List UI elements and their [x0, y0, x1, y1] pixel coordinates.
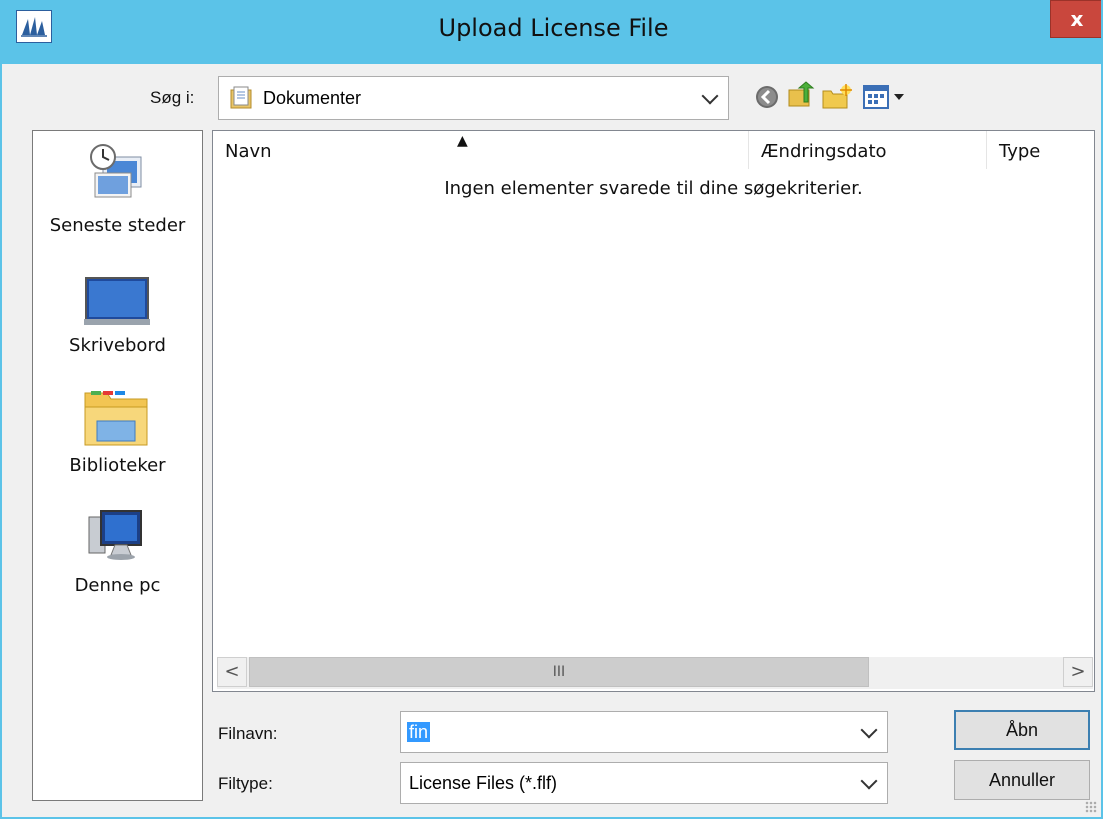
filename-input[interactable]: fin [400, 711, 888, 753]
up-folder-icon[interactable] [786, 80, 816, 110]
new-folder-icon[interactable] [820, 82, 854, 112]
filetype-value: License Files (*.flf) [409, 773, 558, 793]
sort-ascending-icon: ▲ [457, 133, 468, 149]
lookin-value: Dokumenter [263, 88, 362, 108]
column-header-type[interactable]: Type [987, 131, 1094, 169]
column-header-name[interactable]: Navn ▲ [213, 131, 749, 169]
dialog-title: Upload License File [438, 14, 669, 42]
this-pc-icon [85, 507, 147, 571]
place-recent[interactable]: Seneste steder [33, 143, 202, 243]
place-desktop[interactable]: Skrivebord [33, 263, 202, 363]
view-menu-icon[interactable] [862, 84, 908, 110]
horizontal-scrollbar[interactable]: < III > [217, 657, 1093, 689]
chevron-down-icon [701, 87, 719, 105]
close-button[interactable]: x [1050, 0, 1101, 38]
scroll-left-button[interactable]: < [217, 657, 247, 687]
empty-message: Ingen elementer svarede til dine søgekri… [444, 178, 863, 199]
title-bar[interactable]: Upload License File x [2, 0, 1101, 64]
place-label: Skrivebord [69, 335, 166, 356]
open-button[interactable]: Åbn [954, 710, 1090, 750]
place-libraries[interactable]: Biblioteker [33, 383, 202, 483]
places-bar: Seneste steder Skrivebord Biblioteker De… [32, 130, 203, 801]
column-header-date[interactable]: Ændringsdato [749, 131, 987, 169]
documents-folder-icon [229, 85, 255, 115]
chevron-down-icon [860, 772, 878, 790]
filename-label: Filnavn: [218, 724, 278, 743]
scrollbar-thumb[interactable]: III [249, 657, 869, 687]
desktop-icon [83, 275, 151, 331]
scroll-right-button[interactable]: > [1063, 657, 1093, 687]
upload-license-dialog: Upload License File x Søg i: Dokumenter [0, 0, 1103, 819]
filetype-select[interactable]: License Files (*.flf) [400, 762, 888, 804]
place-label: Denne pc [74, 575, 161, 596]
place-this-pc[interactable]: Denne pc [33, 503, 202, 603]
lookin-label: Søg i: [150, 88, 195, 107]
place-label: Biblioteker [69, 455, 166, 476]
recent-places-icon [87, 143, 147, 209]
file-list[interactable]: Navn ▲ Ændringsdato Type Ingen elementer… [212, 130, 1095, 692]
cancel-button[interactable]: Annuller [954, 760, 1090, 800]
libraries-icon [81, 385, 151, 453]
filetype-label: Filtype: [218, 774, 273, 793]
resize-grip[interactable] [1085, 801, 1097, 813]
chevron-down-icon[interactable] [860, 721, 878, 739]
back-icon[interactable] [754, 84, 780, 110]
place-label: Seneste steder [49, 215, 186, 236]
lookin-dropdown[interactable]: Dokumenter [218, 76, 729, 120]
filename-value: fin [407, 722, 431, 742]
